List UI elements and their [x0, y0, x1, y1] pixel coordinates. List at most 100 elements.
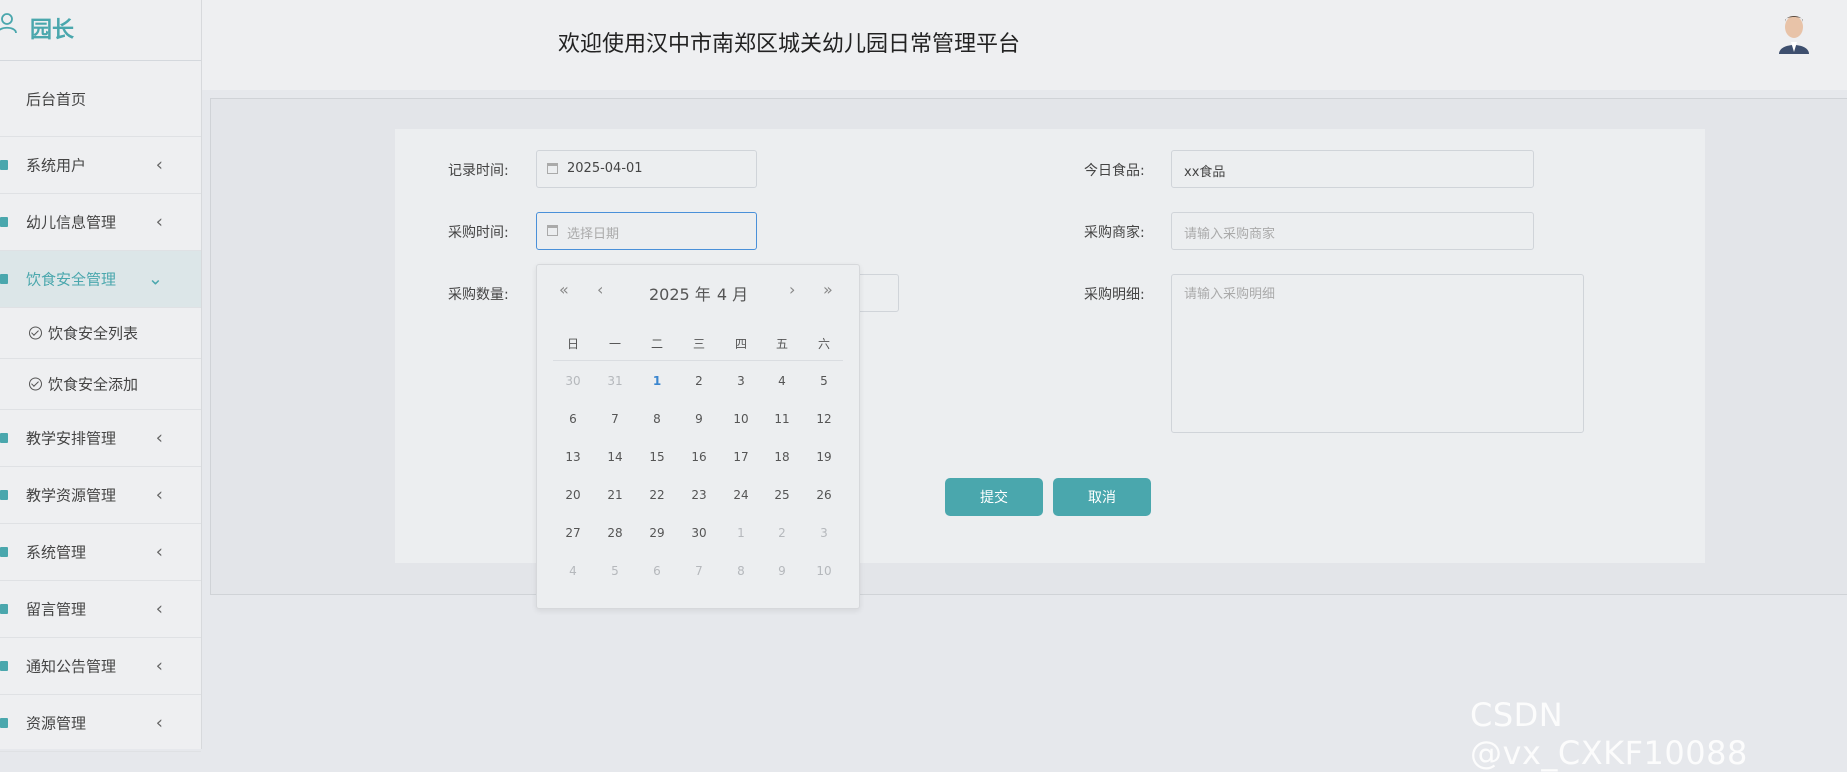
sidebar-item-messages[interactable]: 留言管理 ‹	[0, 581, 201, 638]
sidebar-subitem-food-safety-list[interactable]: 饮食安全列表	[0, 308, 201, 359]
calendar-day[interactable]: 10	[726, 412, 756, 426]
document-icon	[0, 490, 8, 500]
submit-button[interactable]: 提交	[945, 478, 1043, 516]
sidebar-item-notices[interactable]: 通知公告管理 ‹	[0, 638, 201, 695]
calendar-day[interactable]: 12	[809, 412, 839, 426]
calendar-day[interactable]: 3	[726, 374, 756, 388]
calendar-day[interactable]: 1	[642, 374, 672, 388]
sidebar-subitem-food-safety-add[interactable]: 饮食安全添加	[0, 359, 201, 410]
calendar-day[interactable]: 6	[558, 412, 588, 426]
weekday-label: 六	[817, 337, 830, 351]
weekday-label: 日	[566, 337, 579, 351]
calendar-day[interactable]: 8	[642, 412, 672, 426]
avatar[interactable]	[1777, 12, 1811, 54]
calendar-day[interactable]: 7	[684, 564, 714, 578]
record-time-value: 2025-04-01	[567, 161, 643, 176]
detail-textarea[interactable]	[1171, 274, 1584, 433]
sidebar-item-teaching-schedule[interactable]: 教学安排管理 ‹	[0, 410, 201, 467]
calendar-day[interactable]: 30	[684, 526, 714, 540]
calendar-day[interactable]: 11	[767, 412, 797, 426]
sidebar-item-system-users[interactable]: 系统用户 ‹	[0, 137, 201, 194]
calendar-day[interactable]: 24	[726, 488, 756, 502]
role-label: 园长	[30, 18, 75, 43]
sidebar-item-label: 教学资源管理	[26, 486, 117, 505]
cancel-button[interactable]: 取消	[1053, 478, 1151, 516]
weekday-divider	[553, 360, 843, 361]
food-input[interactable]: xx食品	[1171, 150, 1534, 188]
sidebar-item-resources[interactable]: 资源管理 ‹	[0, 695, 201, 752]
calendar-day[interactable]: 19	[809, 450, 839, 464]
calendar-day[interactable]: 15	[642, 450, 672, 464]
chevron-left-icon: ‹	[155, 427, 163, 449]
calendar-day[interactable]: 16	[684, 450, 714, 464]
calendar-day[interactable]: 22	[642, 488, 672, 502]
sidebar-item-system-management[interactable]: 系统管理 ‹	[0, 524, 201, 581]
next-month-button[interactable]: ›	[789, 280, 795, 299]
calendar-day[interactable]: 9	[684, 412, 714, 426]
sidebar-item-teaching-resources[interactable]: 教学资源管理 ‹	[0, 467, 201, 524]
calendar-day[interactable]: 28	[600, 526, 630, 540]
watermark: CSDN @vx_CXKF10088	[1470, 696, 1748, 772]
calendar-day[interactable]: 1	[726, 526, 756, 540]
calendar-day[interactable]: 25	[767, 488, 797, 502]
date-picker: « ‹ 2025 年4 月 › » 日 一 二 三 四 五 六 30 31 1 2 3 4…	[536, 264, 860, 609]
record-time-input[interactable]: 2025-04-01	[536, 150, 757, 188]
calendar-day[interactable]: 10	[809, 564, 839, 578]
calendar-day[interactable]: 5	[809, 374, 839, 388]
calendar-day[interactable]: 31	[600, 374, 630, 388]
sidebar-item-label: 系统管理	[26, 543, 87, 562]
chevron-down-icon: ⌄	[147, 268, 163, 290]
chevron-left-icon: ‹	[155, 655, 163, 677]
sidebar-item-home[interactable]: 后台首页	[0, 61, 201, 137]
calendar-day[interactable]: 13	[558, 450, 588, 464]
calendar-day[interactable]: 18	[767, 450, 797, 464]
calendar-icon	[547, 225, 558, 236]
brand: 园长	[0, 0, 201, 61]
sidebar-subitem-label: 饮食安全列表	[48, 324, 139, 343]
picker-month[interactable]: 4 月	[717, 285, 748, 304]
sidebar-item-child-info[interactable]: 幼儿信息管理 ‹	[0, 194, 201, 251]
calendar-day[interactable]: 5	[600, 564, 630, 578]
chevron-left-icon: ‹	[155, 541, 163, 563]
calendar-day[interactable]: 29	[642, 526, 672, 540]
sidebar-item-label: 幼儿信息管理	[26, 213, 117, 232]
calendar-day[interactable]: 17	[726, 450, 756, 464]
record-time-label: 记录时间:	[448, 163, 509, 179]
calendar-day[interactable]: 3	[809, 526, 839, 540]
calendar-day[interactable]: 30	[558, 374, 588, 388]
calendar-day[interactable]: 2	[684, 374, 714, 388]
calendar-day[interactable]: 7	[600, 412, 630, 426]
chevron-left-icon: ‹	[155, 712, 163, 734]
user-icon	[0, 13, 17, 34]
calendar-day[interactable]: 2	[767, 526, 797, 540]
sidebar-item-label: 通知公告管理	[26, 657, 117, 676]
calendar-day[interactable]: 8	[726, 564, 756, 578]
document-icon	[0, 274, 8, 284]
calendar-day[interactable]: 14	[600, 450, 630, 464]
calendar-day[interactable]: 21	[600, 488, 630, 502]
calendar-day[interactable]: 27	[558, 526, 588, 540]
calendar-day[interactable]: 26	[809, 488, 839, 502]
calendar-day[interactable]: 4	[558, 564, 588, 578]
picker-year[interactable]: 2025 年	[649, 285, 711, 304]
calendar-day[interactable]: 23	[684, 488, 714, 502]
calendar-day[interactable]: 20	[558, 488, 588, 502]
sidebar-item-food-safety[interactable]: 饮食安全管理 ⌄	[0, 251, 201, 308]
calendar-day[interactable]: 9	[767, 564, 797, 578]
merchant-label: 采购商家:	[1084, 225, 1145, 241]
calendar-day[interactable]: 6	[642, 564, 672, 578]
weekday-label: 一	[608, 337, 621, 351]
sidebar-item-label: 资源管理	[26, 714, 87, 733]
calendar-day[interactable]: 4	[767, 374, 797, 388]
sidebar: 园长 后台首页 系统用户 ‹ 幼儿信息管理 ‹ 饮食安全管理 ⌄ 饮食安全列表 …	[0, 0, 202, 752]
merchant-input[interactable]: 请输入采购商家	[1171, 212, 1534, 250]
purchase-time-input[interactable]: 选择日期	[536, 212, 757, 250]
prev-month-button[interactable]: ‹	[597, 280, 603, 299]
purchase-time-placeholder: 选择日期	[567, 227, 620, 242]
calendar-icon	[547, 163, 558, 174]
prev-year-button[interactable]: «	[559, 280, 569, 299]
next-year-button[interactable]: »	[823, 280, 833, 299]
header: 欢迎使用汉中市南郑区城关幼儿园日常管理平台	[202, 0, 1847, 90]
detail-textarea-input[interactable]	[1172, 275, 1583, 432]
detail-label: 采购明细:	[1084, 287, 1145, 303]
